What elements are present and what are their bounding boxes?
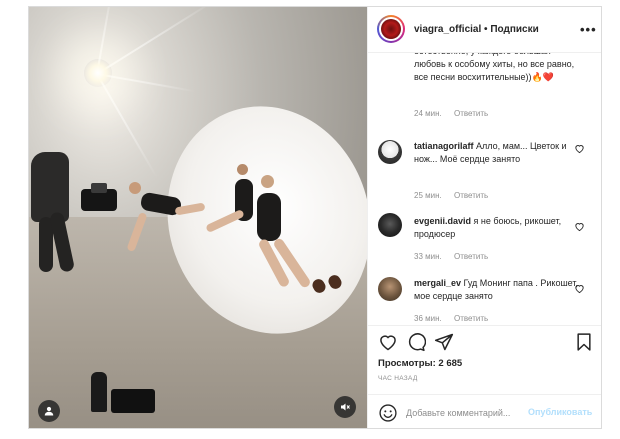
user-tag-icon [44,406,54,416]
author-username[interactable]: viagra_official [414,24,481,35]
emoji-icon[interactable] [378,403,398,423]
profile-avatar[interactable] [377,15,405,43]
post-time[interactable]: час назад [378,375,418,382]
heart-icon[interactable] [378,332,398,352]
reply-button[interactable]: Ответить [454,314,488,323]
comment-text: mergali_ev Гуд Монинг папа . Рикошет, мо… [414,277,579,303]
commenter-avatar[interactable] [378,277,402,301]
performer-head [129,182,141,194]
comment-meta: 33 мин. Ответить [414,252,498,261]
light-ray [96,73,158,179]
comment-text: tatianagorilaff Алло, мам... Цветок и но… [414,140,579,166]
user-tag-button[interactable] [38,400,60,422]
comment-icon[interactable] [406,332,426,352]
follow-status[interactable]: Подписки [490,24,538,35]
camera-monitor [91,183,107,193]
send-icon[interactable] [434,332,454,352]
commenter-username[interactable]: tatianagorilaff [414,141,474,151]
view-count[interactable]: Просмотры: 2 685 [378,358,462,369]
comment-text: естественно, у каждого большая любовь к … [414,53,579,84]
post-header: viagra_official • Подписки ••• [368,7,601,53]
comment-body: естественно, у каждого большая любовь к … [414,53,575,82]
comment-time: 25 мин. [414,191,442,200]
publish-button[interactable]: Опубликовать [528,407,592,417]
foreground-equipment [111,389,155,413]
reply-button[interactable]: Ответить [454,252,488,261]
post-side-panel: viagra_official • Подписки ••• естествен… [367,7,601,428]
performer-outfit [257,193,281,241]
comment-time: 33 мин. [414,252,442,261]
comment-like-icon[interactable] [574,221,585,232]
comment-like-icon[interactable] [574,283,585,294]
performer-head [261,175,274,188]
comment-like-icon[interactable] [574,143,585,154]
bookmark-icon[interactable] [574,332,594,352]
mute-button[interactable] [334,396,356,418]
instagram-post: viagra_official • Подписки ••• естествен… [28,6,602,429]
comment-text: evgenii.david я не боюсь, рикошет, продю… [414,215,579,241]
comment-meta: 36 мин. Ответить [414,314,498,323]
post-author: viagra_official • Подписки [414,24,539,35]
comment-time: 36 мин. [414,314,442,323]
performer-head [237,164,248,175]
comment-meta: 24 мин. Ответить [414,109,498,118]
comment-time: 24 мин. [414,109,442,118]
commenter-avatar[interactable] [378,140,402,164]
reply-button[interactable]: Ответить [454,109,488,118]
comments-list[interactable]: естественно, у каждого большая любовь к … [368,53,601,325]
light-ray [96,7,217,75]
add-comment-bar: Опубликовать [368,394,601,428]
reply-button[interactable]: Ответить [454,191,488,200]
header-separator: • [484,24,488,35]
comment-input[interactable] [406,406,526,420]
studio-light-flare [84,59,112,87]
more-options-button[interactable]: ••• [580,22,597,37]
commenter-username[interactable]: mergali_ev [414,278,461,288]
commenter-avatar[interactable] [378,213,402,237]
commenter-username[interactable]: evgenii.david [414,216,471,226]
mute-icon [341,403,350,411]
comment-meta: 25 мин. Ответить [414,191,498,200]
foreground-equipment [91,372,107,412]
camera-operator [31,152,69,222]
post-media[interactable] [29,7,367,428]
post-actions: Просмотры: 2 685 час назад Опубликовать [368,325,601,428]
